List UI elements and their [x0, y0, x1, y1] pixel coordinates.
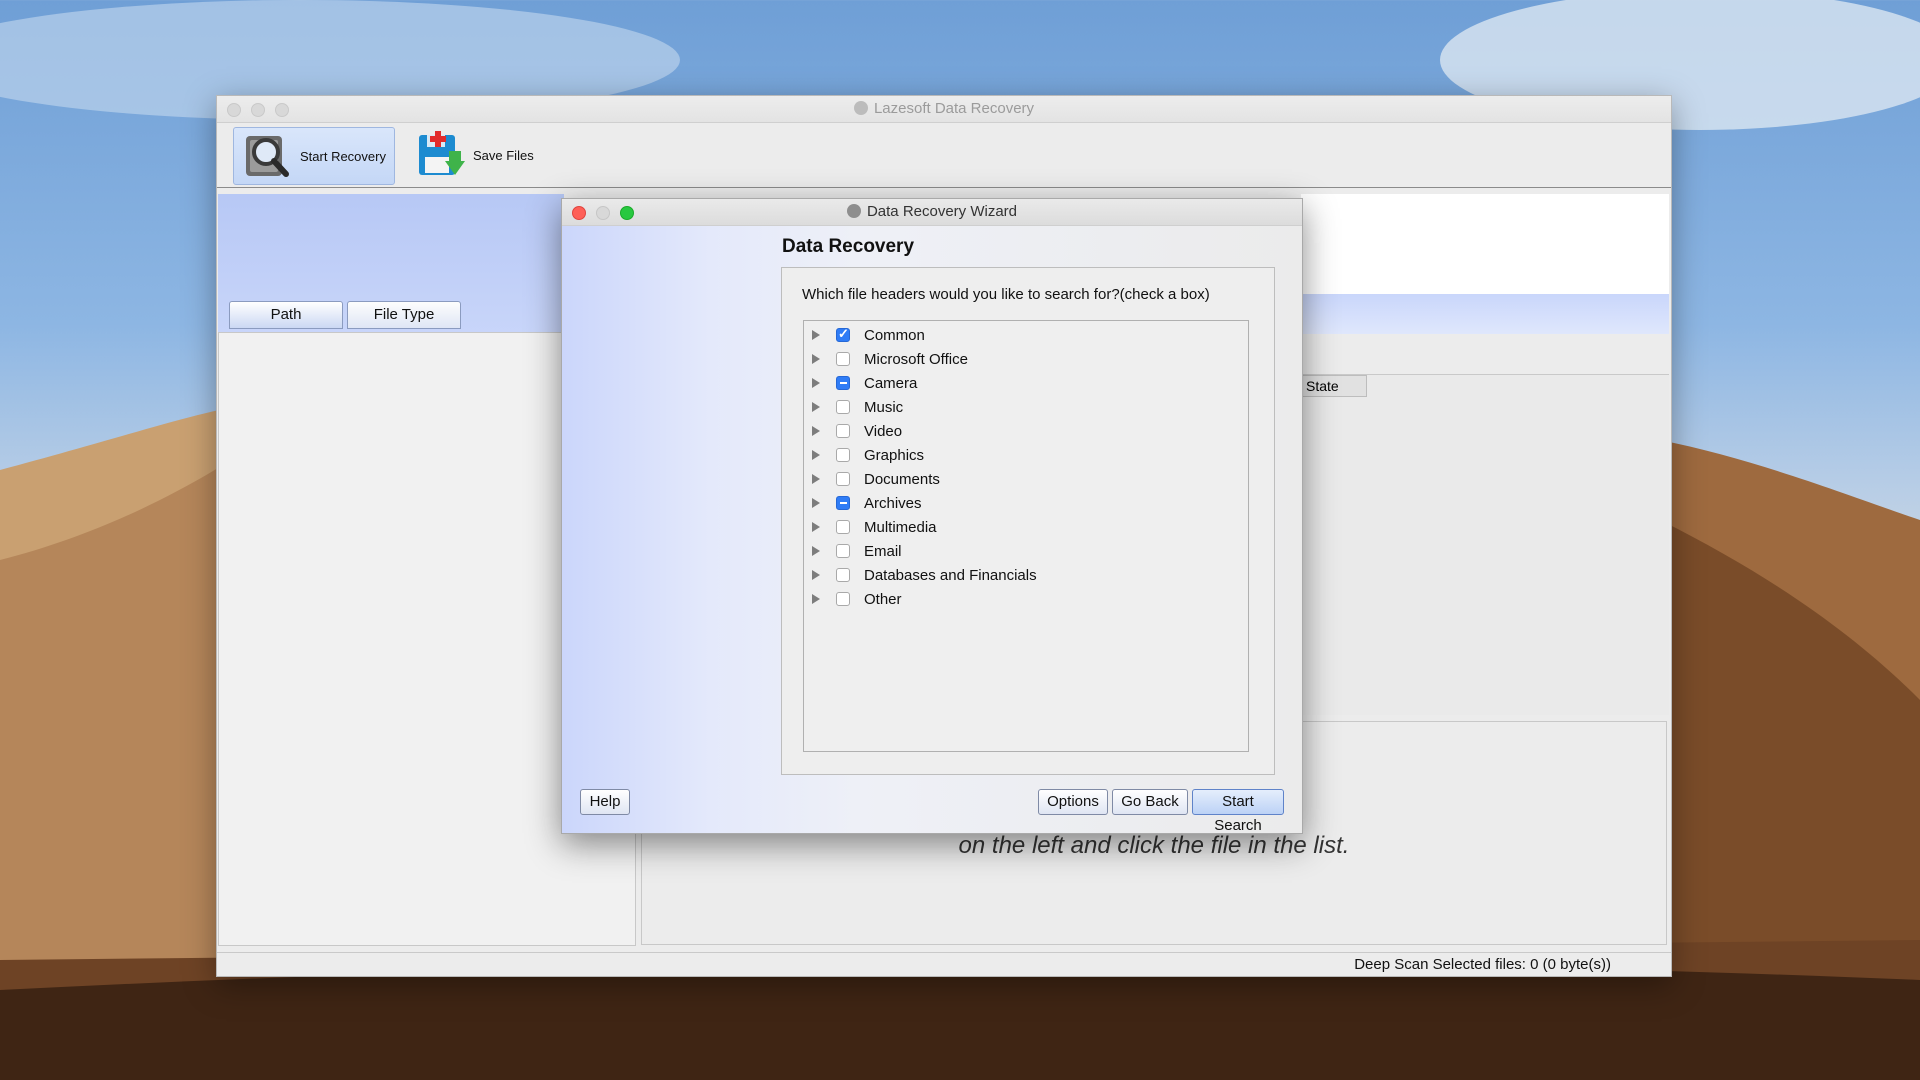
category-checkbox[interactable]: [836, 472, 850, 486]
category-checkbox[interactable]: [836, 352, 850, 366]
category-label: Common: [864, 326, 925, 344]
category-label: Databases and Financials: [864, 566, 1037, 584]
start-recovery-label: Start Recovery: [300, 148, 386, 164]
category-checkbox[interactable]: [836, 326, 850, 342]
category-label: Email: [864, 542, 902, 560]
save-files-button[interactable]: Save Files: [407, 127, 547, 183]
start-recovery-button[interactable]: Start Recovery: [233, 127, 395, 185]
category-label: Multimedia: [864, 518, 937, 536]
category-label: Music: [864, 398, 904, 416]
tree-row[interactable]: Documents: [804, 467, 1248, 491]
expand-triangle-icon[interactable]: [812, 546, 820, 556]
main-titlebar[interactable]: Lazesoft Data Recovery: [217, 96, 1671, 123]
category-checkbox[interactable]: [836, 592, 850, 606]
expand-triangle-icon[interactable]: [812, 402, 820, 412]
right-header-band: [1301, 294, 1669, 334]
close-button-inactive[interactable]: [227, 103, 241, 117]
tree-row[interactable]: Video: [804, 419, 1248, 443]
dialog-app-icon: [846, 204, 861, 218]
category-checkbox[interactable]: [836, 400, 850, 414]
category-label: Video: [864, 422, 903, 440]
zoom-icon[interactable]: [620, 206, 634, 220]
status-bar: Deep Scan Selected files: 0 (0 byte(s)): [217, 952, 1671, 976]
minimize-button-inactive[interactable]: [251, 103, 265, 117]
save-disk-icon: [419, 131, 465, 175]
category-checkbox[interactable]: [836, 520, 850, 534]
category-label: Archives: [864, 494, 922, 512]
category-label: Other: [864, 590, 902, 608]
expand-triangle-icon[interactable]: [812, 378, 820, 388]
minimize-icon[interactable]: [596, 206, 610, 220]
tree-row[interactable]: Email: [804, 539, 1248, 563]
expand-triangle-icon[interactable]: [812, 522, 820, 532]
tree-row[interactable]: Archives: [804, 491, 1248, 515]
expand-triangle-icon[interactable]: [812, 330, 820, 340]
category-checkbox[interactable]: [836, 544, 850, 558]
expand-triangle-icon[interactable]: [812, 570, 820, 580]
category-checkbox[interactable]: [836, 448, 850, 462]
preview-hint-line2: on the left and click the file in the li…: [958, 832, 1350, 859]
expand-triangle-icon[interactable]: [812, 594, 820, 604]
category-label: Camera: [864, 374, 918, 392]
start-search-button[interactable]: Start Search: [1192, 789, 1284, 834]
expand-triangle-icon[interactable]: [812, 426, 820, 436]
category-label: Documents: [864, 470, 940, 488]
dialog-title: Data Recovery Wizard: [866, 203, 1018, 220]
right-header-area: [1301, 194, 1669, 294]
dialog-heading: Data Recovery: [782, 236, 915, 257]
category-label: Microsoft Office: [864, 350, 968, 368]
magnifier-disk-icon: [246, 136, 289, 177]
expand-triangle-icon[interactable]: [812, 450, 820, 460]
category-checkbox[interactable]: [836, 568, 850, 582]
toolbar: Start Recovery Save Files: [217, 123, 1671, 188]
tree-row[interactable]: Camera: [804, 371, 1248, 395]
tree-row[interactable]: Common: [804, 323, 1248, 347]
file-list[interactable]: State: [1301, 374, 1669, 715]
category-checkbox[interactable]: [836, 424, 850, 438]
expand-triangle-icon[interactable]: [812, 474, 820, 484]
tree-row[interactable]: Multimedia: [804, 515, 1248, 539]
tab-path[interactable]: Path: [229, 301, 343, 329]
help-button[interactable]: Help: [580, 789, 630, 815]
window-title: Lazesoft Data Recovery: [873, 100, 1035, 117]
left-tabs: Path File Type: [229, 301, 461, 329]
tree-row[interactable]: Microsoft Office: [804, 347, 1248, 371]
data-recovery-wizard-dialog: Data Recovery Wizard Data Recovery Which…: [561, 198, 1303, 834]
expand-triangle-icon[interactable]: [812, 498, 820, 508]
file-headers-prompt: Which file headers would you like to sea…: [802, 286, 1210, 303]
category-checkbox[interactable]: [836, 496, 850, 510]
go-back-button[interactable]: Go Back: [1112, 789, 1188, 815]
tree-row[interactable]: Music: [804, 395, 1248, 419]
file-type-tree[interactable]: Common Microsoft Office Camera Music Video Gr…: [803, 320, 1249, 752]
state-column-header[interactable]: State: [1301, 375, 1367, 397]
save-files-label: Save Files: [473, 147, 534, 163]
file-headers-group: Which file headers would you like to sea…: [781, 267, 1275, 775]
tree-row[interactable]: Graphics: [804, 443, 1248, 467]
dialog-titlebar[interactable]: Data Recovery Wizard: [562, 199, 1302, 226]
tab-file-type[interactable]: File Type: [347, 301, 461, 329]
category-label: Graphics: [864, 446, 925, 464]
expand-triangle-icon[interactable]: [812, 354, 820, 364]
tree-row[interactable]: Databases and Financials: [804, 563, 1248, 587]
zoom-button-inactive[interactable]: [275, 103, 289, 117]
options-button[interactable]: Options: [1038, 789, 1108, 815]
category-checkbox[interactable]: [836, 376, 850, 390]
app-icon: [853, 101, 868, 115]
close-icon[interactable]: [572, 206, 586, 220]
tree-row[interactable]: Other: [804, 587, 1248, 611]
